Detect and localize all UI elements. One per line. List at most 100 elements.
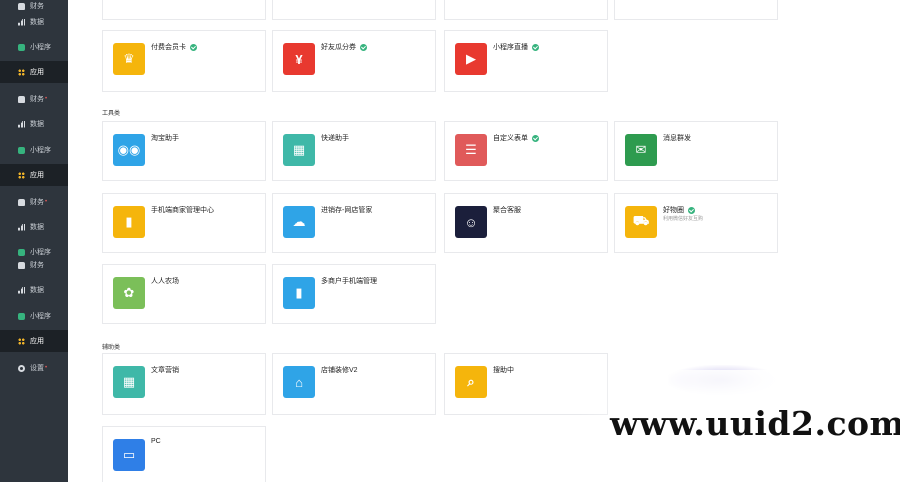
verified-check-icon bbox=[532, 134, 539, 142]
good-items-icon: ⛟ bbox=[625, 206, 657, 238]
notification-dot: • bbox=[45, 96, 48, 102]
sidebar-item-13[interactable]: 小程序 bbox=[0, 305, 68, 327]
mini-program-icon bbox=[18, 43, 25, 51]
sidebar-item-4[interactable]: 财务 • bbox=[0, 88, 68, 110]
app-card-title-text: 聚合客服 bbox=[493, 207, 521, 214]
app-card-title: 自定义表单 bbox=[493, 133, 539, 143]
app-card[interactable]: ✉ 消息群发 bbox=[614, 121, 778, 181]
sidebar-item-label: 数据 bbox=[30, 121, 44, 128]
grid-icon bbox=[18, 171, 25, 179]
app-card[interactable]: ▮ 多商户手机端管理 bbox=[272, 264, 436, 324]
app-card-top-4[interactable] bbox=[614, 0, 778, 20]
sidebar-item-label: 应用 bbox=[30, 69, 44, 76]
sidebar-item-label: 小程序 bbox=[30, 147, 51, 154]
sidebar-item-14[interactable]: 应用 bbox=[0, 330, 68, 352]
app-card[interactable]: ⛟ 好物圈 利用微信好友互购 bbox=[614, 193, 778, 253]
sidebar: 财务 数据 小程序 应用 财务 • 数据 小程序 应用 财务 • 数据 小程序 财务 数据 小程序 应用 设置 • bbox=[0, 0, 68, 482]
app-card-title-text: 文章营销 bbox=[151, 367, 179, 374]
verified-check-icon bbox=[190, 43, 197, 51]
app-card-title: 付费会员卡 bbox=[151, 42, 197, 52]
app-card[interactable]: ♛ 付费会员卡 bbox=[102, 30, 266, 92]
app-card-title: 多商户手机端管理 bbox=[321, 276, 377, 286]
taobao-helper-icon: ◉◉ bbox=[113, 134, 145, 166]
notification-dot: • bbox=[45, 199, 48, 205]
app-card-title-text: 好友瓜分券 bbox=[321, 44, 356, 51]
mobile-merchant-icon: ▮ bbox=[113, 206, 145, 238]
app-card-title-text: 快递助手 bbox=[321, 135, 349, 142]
sidebar-item-label: 数据 bbox=[30, 19, 44, 26]
bar-chart-icon bbox=[18, 223, 25, 231]
sidebar-item-label: 财务 bbox=[30, 96, 44, 103]
app-center: 工具类 辅助类 ♛ 付费会员卡 ¥ 好友瓜分券 ▶ 小程序直播 ◉◉ 淘宝助手 ▦ 快递助手 ☰ 自定… bbox=[68, 0, 900, 482]
sidebar-item-5[interactable]: 数据 bbox=[0, 113, 68, 135]
app-card-title: 搜助中 bbox=[493, 365, 514, 375]
app-card[interactable]: ☰ 自定义表单 bbox=[444, 121, 608, 181]
sidebar-item-15[interactable]: 设置 • bbox=[0, 357, 68, 379]
app-card-top-3[interactable] bbox=[444, 0, 608, 20]
sidebar-item-7[interactable]: 应用 bbox=[0, 164, 68, 186]
app-card-title-text: PC bbox=[151, 438, 161, 445]
app-card[interactable]: ¥ 好友瓜分券 bbox=[272, 30, 436, 92]
sidebar-item-label: 小程序 bbox=[30, 313, 51, 320]
app-card-top-2[interactable] bbox=[272, 0, 436, 20]
section-help-label: 辅助类 bbox=[102, 345, 121, 351]
app-card-title-text: 付费会员卡 bbox=[151, 44, 186, 51]
mini-program-icon bbox=[18, 146, 25, 154]
app-card[interactable]: ▮ 手机端商家管理中心 bbox=[102, 193, 266, 253]
sidebar-item-11[interactable]: 财务 bbox=[0, 254, 68, 276]
sidebar-item-label: 设置 bbox=[30, 365, 44, 372]
sidebar-item-label: 财务 bbox=[30, 262, 44, 269]
verified-check-icon bbox=[360, 43, 367, 51]
app-card-title: 人人农场 bbox=[151, 276, 179, 286]
app-card-title-text: 小程序直播 bbox=[493, 44, 528, 51]
sidebar-item-3[interactable]: 应用 bbox=[0, 61, 68, 83]
article-marketing-icon: ▦ bbox=[113, 366, 145, 398]
sidebar-item-2[interactable]: 小程序 bbox=[0, 36, 68, 58]
app-card-top-1[interactable] bbox=[102, 0, 266, 20]
app-card[interactable]: ▶ 小程序直播 bbox=[444, 30, 608, 92]
app-card-title-text: 人人农场 bbox=[151, 278, 179, 285]
sidebar-item-9[interactable]: 数据 bbox=[0, 216, 68, 238]
sidebar-item-label: 小程序 bbox=[30, 44, 51, 51]
sidebar-item-label: 应用 bbox=[30, 172, 44, 179]
sidebar-item-12[interactable]: 数据 bbox=[0, 279, 68, 301]
app-card[interactable]: ☺ 聚合客服 bbox=[444, 193, 608, 253]
multi-merchant-icon: ▮ bbox=[283, 277, 315, 309]
sidebar-item-label: 数据 bbox=[30, 224, 44, 231]
app-card[interactable]: ▦ 快递助手 bbox=[272, 121, 436, 181]
app-card[interactable]: ✿ 人人农场 bbox=[102, 264, 266, 324]
app-card[interactable]: ▦ 文章营销 bbox=[102, 353, 266, 415]
app-card-title: 手机端商家管理中心 bbox=[151, 205, 214, 215]
message-icon: ✉ bbox=[625, 134, 657, 166]
watermark-text: www.uuid2.com bbox=[610, 404, 900, 443]
app-card-title: 好物圈 bbox=[663, 205, 695, 215]
red-envelope-icon: ¥ bbox=[283, 43, 315, 75]
app-card-title: 进销存-网店管家 bbox=[321, 205, 372, 215]
sidebar-item-8[interactable]: 财务 • bbox=[0, 191, 68, 213]
app-card-title: PC bbox=[151, 438, 161, 445]
app-window: 财务 数据 小程序 应用 财务 • 数据 小程序 应用 财务 • 数据 小程序 财务 数据 小程序 应用 设置 • … bbox=[0, 0, 900, 482]
gear-icon bbox=[18, 364, 25, 372]
app-card[interactable]: ▭ PC bbox=[102, 426, 266, 482]
bar-chart-icon bbox=[18, 18, 25, 26]
app-card-title: 快递助手 bbox=[321, 133, 349, 143]
app-card[interactable]: ◉◉ 淘宝助手 bbox=[102, 121, 266, 181]
app-card-title-text: 自定义表单 bbox=[493, 135, 528, 142]
sidebar-item-1[interactable]: 数据 bbox=[0, 11, 68, 33]
app-card[interactable]: ⌂ 店铺装修V2 bbox=[272, 353, 436, 415]
app-card-title-text: 好物圈 bbox=[663, 207, 684, 214]
app-card-title-text: 多商户手机端管理 bbox=[321, 278, 377, 285]
grid-icon bbox=[18, 68, 25, 76]
inventory-icon: ☁ bbox=[283, 206, 315, 238]
app-card-title-text: 搜助中 bbox=[493, 367, 514, 374]
section-tools-label: 工具类 bbox=[102, 111, 121, 117]
app-card-title-text: 进销存-网店管家 bbox=[321, 207, 373, 214]
sidebar-item-6[interactable]: 小程序 bbox=[0, 139, 68, 161]
app-card-title-text: 消息群发 bbox=[663, 135, 691, 142]
app-card-title: 淘宝助手 bbox=[151, 133, 179, 143]
app-card[interactable]: ☁ 进销存-网店管家 bbox=[272, 193, 436, 253]
app-card-title: 小程序直播 bbox=[493, 42, 539, 52]
sidebar-item-label: 应用 bbox=[30, 338, 44, 345]
bar-chart-icon bbox=[18, 286, 25, 294]
app-card-title-text: 店铺装修V2 bbox=[321, 367, 358, 374]
